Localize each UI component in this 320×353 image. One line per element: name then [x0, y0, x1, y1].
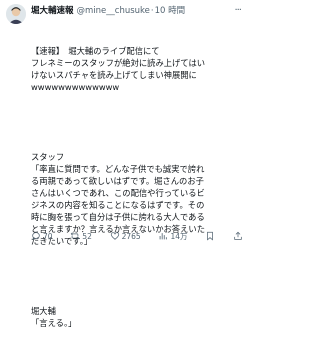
author-name[interactable]: 堀大輔速報 — [31, 4, 74, 18]
post-paragraph-headline: 【速報】 堀大輔のライブ配信にて フレネミーのスタッフが絶対に読み上げてはい け… — [31, 46, 206, 92]
like-button[interactable]: 2765 — [110, 231, 141, 241]
post-body: 【速報】 堀大輔のライブ配信にて フレネミーのスタッフが絶対に読み上げてはい け… — [31, 21, 241, 353]
avatar-icon[interactable] — [6, 4, 26, 24]
views-chart-icon — [160, 233, 168, 240]
post-paragraph-answer: 堀大輔 「言える。」 — [31, 306, 77, 328]
header-separator: · — [150, 6, 154, 16]
bookmark-icon — [207, 231, 214, 241]
reply-button[interactable]: 70 — [31, 231, 53, 241]
more-options-icon[interactable]: ··· — [234, 6, 241, 16]
heart-icon — [110, 232, 119, 240]
view-count: 14万 — [170, 231, 188, 241]
post-actions: 70 52 2765 14万 — [31, 229, 243, 243]
repost-icon — [71, 232, 80, 240]
share-button[interactable] — [233, 231, 243, 241]
like-count: 2765 — [121, 231, 141, 241]
post-header: 堀大輔速報 @mine__chusuke · 10 時間 ··· — [31, 4, 242, 18]
reply-count: 70 — [43, 231, 53, 241]
author-handle[interactable]: @mine__chusuke — [77, 4, 150, 18]
post-time[interactable]: 10 時間 — [155, 4, 186, 18]
reply-icon — [32, 232, 40, 241]
views-button[interactable]: 14万 — [158, 231, 187, 242]
share-icon — [234, 231, 242, 240]
repost-button[interactable]: 52 — [70, 231, 92, 241]
repost-count: 52 — [82, 231, 92, 241]
post-card: 堀大輔速報 @mine__chusuke · 10 時間 ··· 【速報】 堀大… — [0, 0, 247, 328]
bookmark-button[interactable] — [205, 231, 215, 241]
